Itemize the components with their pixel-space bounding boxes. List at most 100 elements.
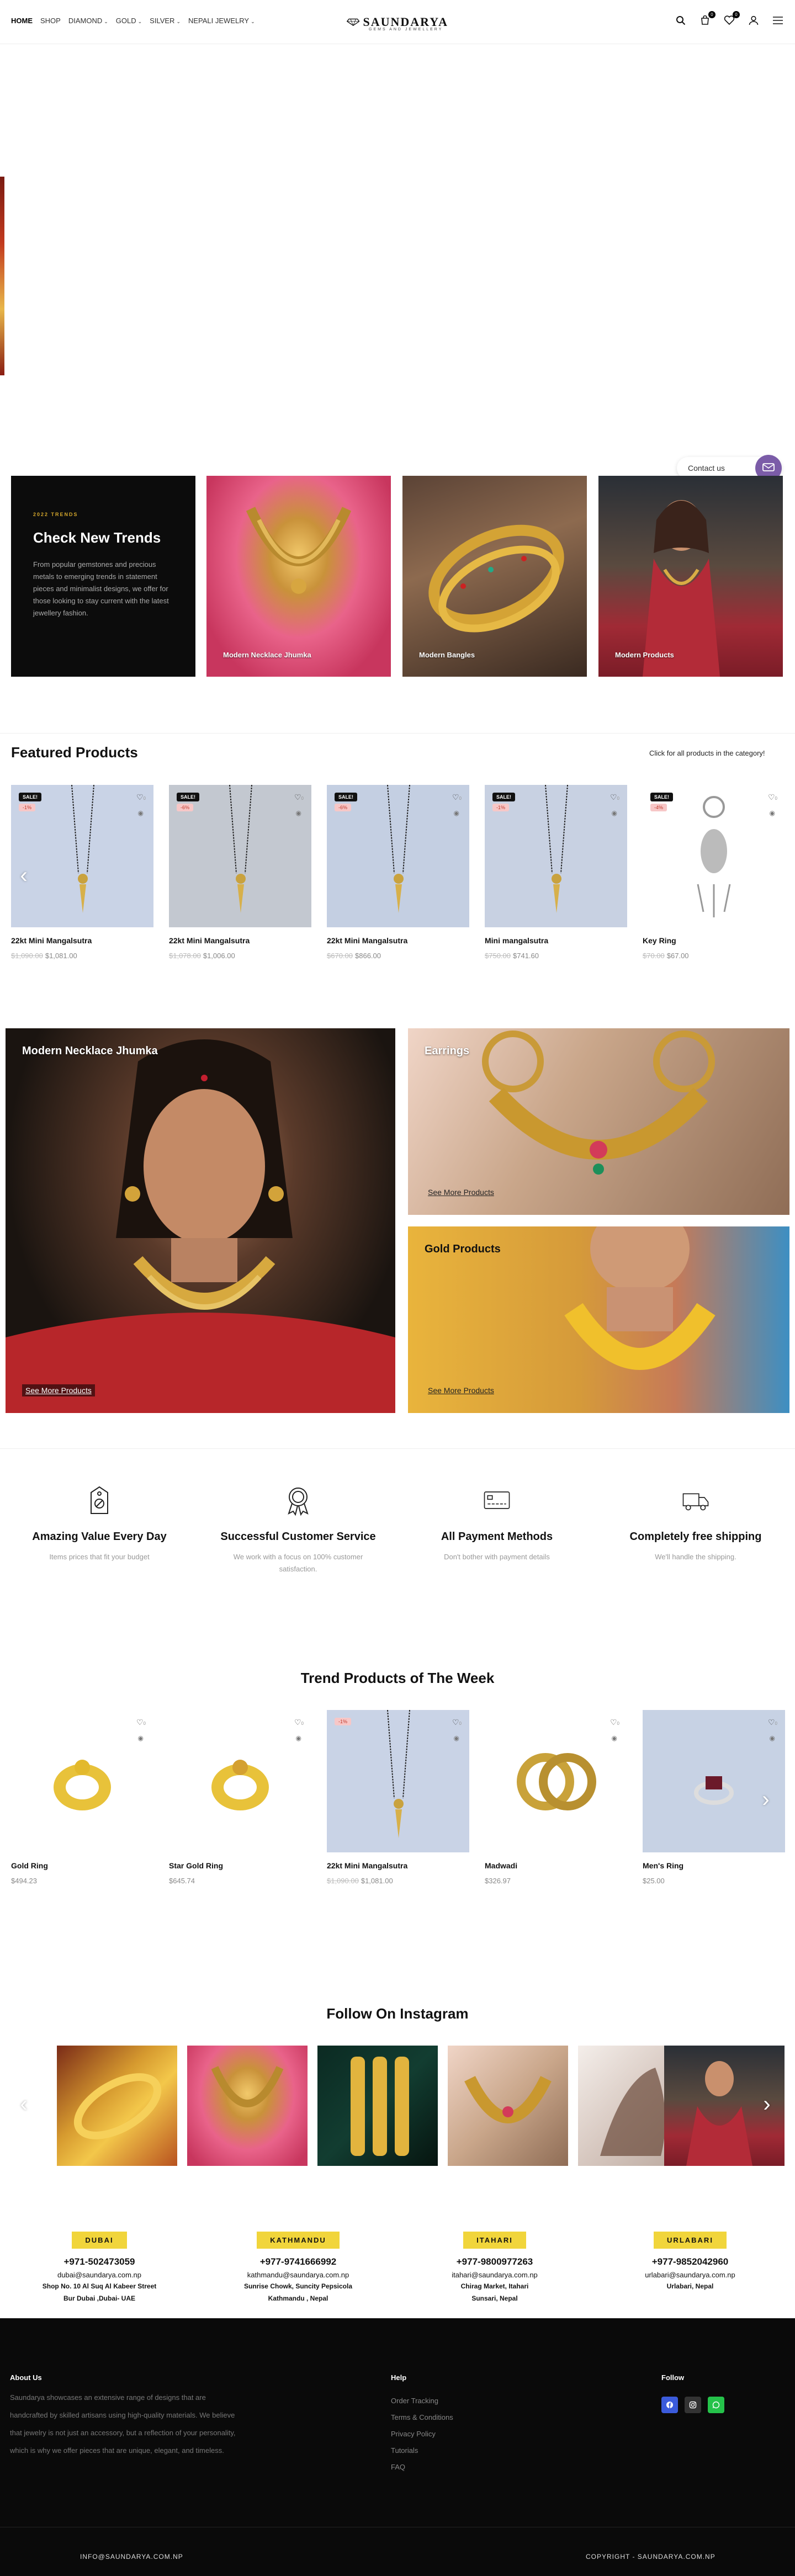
quick-view-icon[interactable]: ◉ xyxy=(454,809,459,817)
wishlist-heart-icon[interactable]: ♡0 xyxy=(136,793,146,802)
featured-category-link[interactable]: Click for all products in the category! xyxy=(649,749,765,757)
product-card[interactable]: SALE! -6% ♡0 ◉ 22kt Mini Mangalsutra $670.00 $… xyxy=(327,785,469,960)
wishlist-heart-icon[interactable]: ♡0 xyxy=(452,1718,462,1727)
instagram-post[interactable] xyxy=(187,2046,308,2166)
branch-email[interactable]: kathmandu@saundarya.com.np xyxy=(221,2271,375,2279)
banner-main-link[interactable]: See More Products xyxy=(22,1384,95,1396)
instagram-next-icon[interactable]: › xyxy=(759,2093,775,2115)
footer-link-tutorials[interactable]: Tutorials xyxy=(391,2442,453,2459)
search-icon[interactable] xyxy=(675,14,687,26)
product-image[interactable]: SALE! -1% ♡0 ◉ xyxy=(485,785,627,927)
product-name[interactable]: 22kt Mini Mangalsutra xyxy=(327,936,469,945)
quick-view-icon[interactable]: ◉ xyxy=(138,809,144,817)
quick-view-icon[interactable]: ◉ xyxy=(612,1734,617,1742)
footer-link-faq[interactable]: FAQ xyxy=(391,2459,453,2476)
product-name[interactable]: Key Ring xyxy=(643,936,785,945)
banner-necklace-jhumka[interactable]: Modern Necklace Jhumka See More Products xyxy=(6,1028,395,1413)
wishlist-icon[interactable]: 0 xyxy=(723,11,740,26)
instagram-post[interactable] xyxy=(448,2046,568,2166)
wishlist-heart-icon[interactable]: ♡0 xyxy=(768,1718,777,1727)
product-card[interactable]: SALE! -4% ♡0 ◉ Key Ring $70.00 $67.00 xyxy=(643,785,785,960)
product-image[interactable]: SALE! -6% ♡0 ◉ xyxy=(327,785,469,927)
product-card[interactable]: SALE! -6% ♡0 ◉ 22kt Mini Mangalsutra $1,078.0… xyxy=(169,785,311,960)
banner-earrings[interactable]: Earrings See More Products xyxy=(408,1028,789,1215)
product-card[interactable]: ♡0 ◉ Madwadi $326.97 xyxy=(485,1710,627,1885)
hero-slider[interactable] xyxy=(0,44,795,453)
branch-phone[interactable]: +971-502473059 xyxy=(22,2256,177,2267)
whatsapp-icon[interactable] xyxy=(708,2397,724,2413)
banner-earrings-link[interactable]: See More Products xyxy=(425,1186,497,1198)
product-image[interactable]: ♡0 ◉ xyxy=(11,1710,153,1852)
instagram-post[interactable] xyxy=(57,2046,177,2166)
product-name[interactable]: 22kt Mini Mangalsutra xyxy=(11,936,153,945)
wishlist-count: 0 xyxy=(459,796,462,801)
wishlist-heart-icon[interactable]: ♡0 xyxy=(610,793,619,802)
trend-card-necklace[interactable]: Modern Necklace Jhumka xyxy=(206,476,391,677)
product-card[interactable]: SALE! -1% ♡0 ◉ 22kt Mini Mangalsutra $1,090.0… xyxy=(11,785,153,960)
quick-view-icon[interactable]: ◉ xyxy=(454,1734,459,1742)
branch-name: URLABARI xyxy=(654,2232,727,2249)
product-image[interactable]: -1% ♡0 ◉ xyxy=(327,1710,469,1852)
nav-home[interactable]: HOME xyxy=(11,17,33,25)
branch-phone[interactable]: +977-9852042960 xyxy=(613,2256,767,2267)
product-image[interactable]: SALE! -1% ♡0 ◉ xyxy=(11,785,153,927)
product-name[interactable]: Gold Ring xyxy=(11,1861,153,1870)
product-image[interactable]: ♡0 ◉ xyxy=(643,1710,785,1852)
trend-card-products[interactable]: Modern Products xyxy=(598,476,783,677)
cart-icon[interactable]: 0 xyxy=(699,11,716,26)
instagram-prev-icon[interactable]: ‹ xyxy=(15,2093,32,2115)
product-card[interactable]: -1% ♡0 ◉ 22kt Mini Mangalsutra $1,090.00 $1,0… xyxy=(327,1710,469,1885)
wishlist-heart-icon[interactable]: ♡0 xyxy=(452,793,462,802)
product-name[interactable]: Men's Ring xyxy=(643,1861,785,1870)
quick-view-icon[interactable]: ◉ xyxy=(296,809,301,817)
nav-shop[interactable]: SHOP xyxy=(40,17,61,25)
footer-link-privacy[interactable]: Privacy Policy xyxy=(391,2426,453,2442)
footer-link-terms[interactable]: Terms & Conditions xyxy=(391,2409,453,2426)
nav-gold[interactable]: GOLD ⌄ xyxy=(116,17,142,25)
footer-link-order-tracking[interactable]: Order Tracking xyxy=(391,2393,453,2409)
instagram-post[interactable] xyxy=(317,2046,438,2166)
product-image[interactable]: ♡0 ◉ xyxy=(485,1710,627,1852)
banner-gold-products[interactable]: Gold Products See More Products xyxy=(408,1226,789,1413)
slider-next-icon[interactable]: › xyxy=(757,1788,774,1810)
branch-email[interactable]: dubai@saundarya.com.np xyxy=(22,2271,177,2279)
wishlist-heart-icon[interactable]: ♡0 xyxy=(610,1718,619,1727)
branch-email[interactable]: itahari@saundarya.com.np xyxy=(417,2271,572,2279)
trend-card-bangles[interactable]: Modern Bangles xyxy=(402,476,587,677)
facebook-icon[interactable] xyxy=(661,2397,678,2413)
product-image[interactable]: SALE! -4% ♡0 ◉ xyxy=(643,785,785,927)
wishlist-heart-icon[interactable]: ♡0 xyxy=(136,1718,146,1727)
nav-diamond[interactable]: DIAMOND ⌄ xyxy=(68,17,108,25)
quick-view-icon[interactable]: ◉ xyxy=(770,809,775,817)
product-name[interactable]: Mini mangalsutra xyxy=(485,936,627,945)
product-image[interactable]: ♡0 ◉ xyxy=(169,1710,311,1852)
product-name[interactable]: Star Gold Ring xyxy=(169,1861,311,1870)
banner-gold-link[interactable]: See More Products xyxy=(425,1384,497,1396)
product-name[interactable]: Madwadi xyxy=(485,1861,627,1870)
quick-view-icon[interactable]: ◉ xyxy=(612,809,617,817)
wishlist-heart-icon[interactable]: ♡0 xyxy=(294,1718,304,1727)
footer-email[interactable]: INFO@SAUNDARYA.COM.NP xyxy=(80,2553,183,2561)
menu-icon[interactable] xyxy=(772,14,784,26)
product-image[interactable]: SALE! -6% ♡0 ◉ xyxy=(169,785,311,927)
quick-view-icon[interactable]: ◉ xyxy=(138,1734,144,1742)
quick-view-icon[interactable]: ◉ xyxy=(770,1734,775,1742)
branch-phone[interactable]: +977-9741666992 xyxy=(221,2256,375,2267)
branch-email[interactable]: urlabari@saundarya.com.np xyxy=(613,2271,767,2279)
product-name[interactable]: 22kt Mini Mangalsutra xyxy=(169,936,311,945)
slider-prev-icon[interactable]: ‹ xyxy=(15,864,32,886)
instagram-icon[interactable] xyxy=(685,2397,701,2413)
product-price: $1,078.00 $1,006.00 xyxy=(169,952,311,960)
product-card[interactable]: ♡0 ◉ Star Gold Ring $645.74 xyxy=(169,1710,311,1885)
user-icon[interactable] xyxy=(748,14,760,26)
product-card[interactable]: ♡0 ◉ Gold Ring $494.23 xyxy=(11,1710,153,1885)
site-logo[interactable]: SAUNDARYA GEMS AND JEWELLERY xyxy=(347,11,448,33)
product-card[interactable]: SALE! -1% ♡0 ◉ Mini mangalsutra $750.00 $741.6… xyxy=(485,785,627,960)
nav-nepali-jewelry[interactable]: NEPALI JEWELRY ⌄ xyxy=(188,17,255,25)
nav-silver[interactable]: SILVER ⌄ xyxy=(150,17,181,25)
product-name[interactable]: 22kt Mini Mangalsutra xyxy=(327,1861,469,1870)
wishlist-heart-icon[interactable]: ♡0 xyxy=(768,793,777,802)
quick-view-icon[interactable]: ◉ xyxy=(296,1734,301,1742)
branch-phone[interactable]: +977-9800977263 xyxy=(417,2256,572,2267)
wishlist-heart-icon[interactable]: ♡0 xyxy=(294,793,304,802)
